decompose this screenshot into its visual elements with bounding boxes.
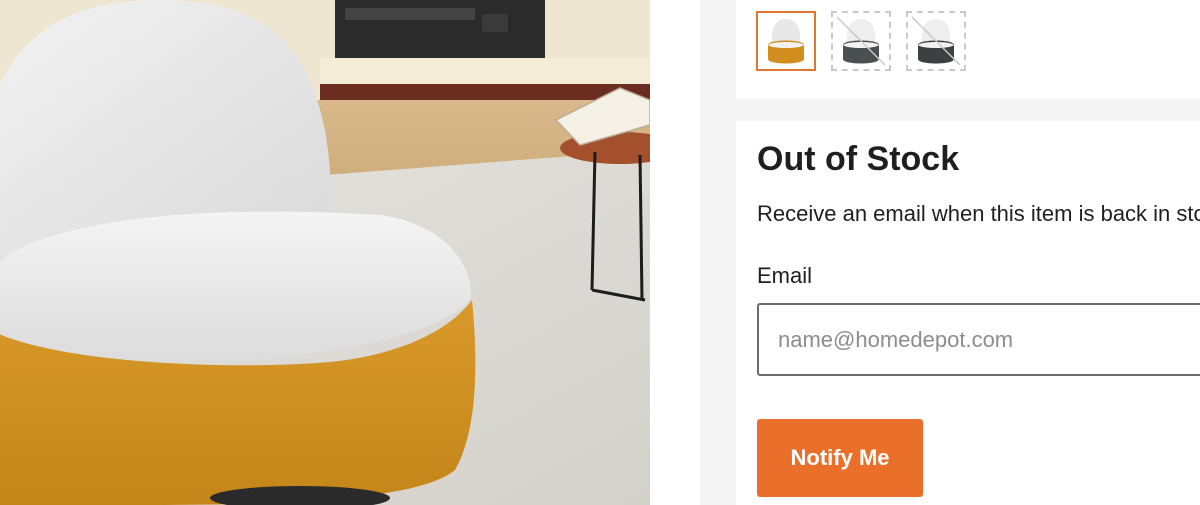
restock-notice-text: Receive an email when this item is back … — [757, 201, 1200, 226]
swatch-option-unavailable[interactable] — [831, 11, 891, 71]
stock-status-title: Out of Stock — [757, 140, 960, 178]
swatch-option-selected[interactable] — [756, 11, 816, 71]
gutter — [650, 0, 700, 505]
product-image[interactable] — [0, 0, 650, 505]
swatch-card — [736, 0, 1200, 99]
chair-swatch-unavailable-icon — [836, 16, 886, 66]
email-label: Email — [757, 263, 813, 288]
out-of-stock-card: Out of Stock Receive an email when this … — [736, 121, 1200, 505]
email-field[interactable] — [757, 303, 1200, 376]
swatch-option-unavailable[interactable] — [906, 11, 966, 71]
chair-photo-illustration — [0, 0, 650, 505]
chair-swatch-unavailable-icon — [911, 16, 961, 66]
chair-swatch-icon — [768, 19, 804, 64]
notify-me-button[interactable]: Notify Me — [757, 419, 923, 497]
